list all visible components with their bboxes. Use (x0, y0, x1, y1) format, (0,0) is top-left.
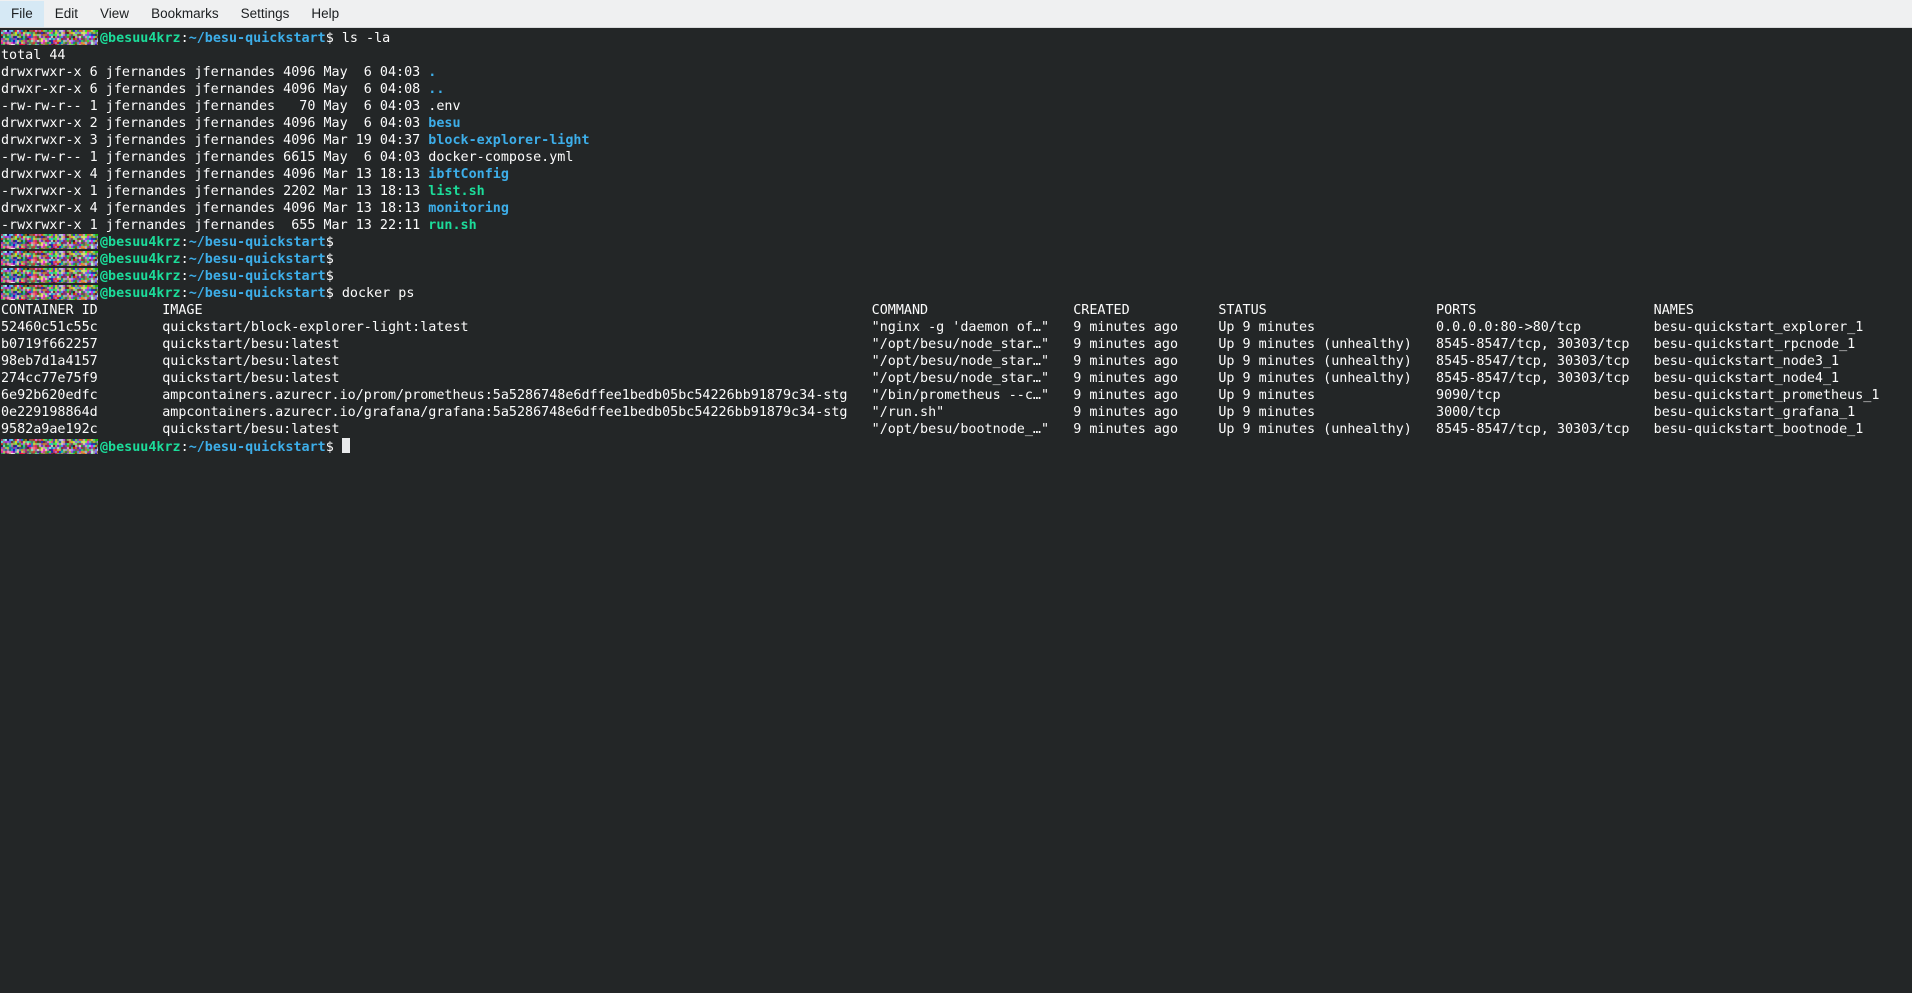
ls-entry-meta: drwxrwxr-x 3 jfernandes jfernandes 4096 … (1, 133, 428, 148)
prompt-symbol: $ (326, 286, 342, 301)
docker-ps-row-text: 274cc77e75f9 quickstart/besu:latest "/op… (1, 371, 1839, 386)
prompt-host: @besuu4krz (100, 269, 181, 284)
docker-ps-row: 6e92b620edfc ampcontainers.azurecr.io/pr… (1, 387, 1912, 404)
docker-ps-row: 9582a9ae192c quickstart/besu:latest "/op… (1, 421, 1912, 438)
ls-entry-name: monitoring (428, 201, 509, 216)
docker-ps-row-text: 6e92b620edfc ampcontainers.azurecr.io/pr… (1, 388, 1879, 403)
prompt-host: @besuu4krz (100, 235, 181, 250)
docker-ps-row-text: b0719f662257 quickstart/besu:latest "/op… (1, 337, 1855, 352)
ls-entry-meta: drwxrwxr-x 2 jfernandes jfernandes 4096 … (1, 116, 428, 131)
prompt-line: @besuu4krz:~/besu-quickstart$ docker ps (1, 285, 1912, 302)
docker-ps-row-text: 98eb7d1a4157 quickstart/besu:latest "/op… (1, 354, 1839, 369)
prompt-line: @besuu4krz:~/besu-quickstart$ (1, 251, 1912, 268)
ls-entry-name: besu (428, 116, 460, 131)
prompt-path: ~/besu-quickstart (189, 269, 326, 284)
ls-entry-row: -rwxrwxr-x 1 jfernandes jfernandes 2202 … (1, 183, 1912, 200)
prompt-separator: : (181, 269, 189, 284)
prompt-separator: : (181, 286, 189, 301)
ls-entry-name: block-explorer-light (428, 133, 589, 148)
ls-entry-name: docker-compose.yml (428, 150, 573, 165)
terminal-cursor (342, 438, 350, 453)
typed-command: docker ps (342, 286, 415, 301)
docker-ps-header-row: CONTAINER ID IMAGE COMMAND CREATED STATU… (1, 302, 1912, 319)
prompt-host: @besuu4krz (100, 252, 181, 267)
docker-ps-row: 52460c51c55c quickstart/block-explorer-l… (1, 319, 1912, 336)
prompt-line: @besuu4krz:~/besu-quickstart$ ls -la (1, 30, 1912, 47)
ls-entry-name: run.sh (428, 218, 476, 233)
ls-entry-meta: -rw-rw-r-- 1 jfernandes jfernandes 6615 … (1, 150, 428, 165)
ls-entry-row: -rwxrwxr-x 1 jfernandes jfernandes 655 M… (1, 217, 1912, 234)
ls-entry-name: list.sh (428, 184, 484, 199)
ls-entry-row: drwxrwxr-x 2 jfernandes jfernandes 4096 … (1, 115, 1912, 132)
docker-ps-row-text: 52460c51c55c quickstart/block-explorer-l… (1, 320, 1863, 335)
prompt-host: @besuu4krz (100, 440, 181, 455)
ls-entry-row: drwxr-xr-x 6 jfernandes jfernandes 4096 … (1, 81, 1912, 98)
prompt-path: ~/besu-quickstart (189, 440, 326, 455)
ls-entry-row: drwxrwxr-x 4 jfernandes jfernandes 4096 … (1, 200, 1912, 217)
docker-ps-row: 98eb7d1a4157 quickstart/besu:latest "/op… (1, 353, 1912, 370)
ls-entry-row: -rw-rw-r-- 1 jfernandes jfernandes 6615 … (1, 149, 1912, 166)
menu-bookmarks[interactable]: Bookmarks (140, 1, 230, 27)
ls-entry-meta: drwxr-xr-x 6 jfernandes jfernandes 4096 … (1, 82, 428, 97)
docker-ps-headers: CONTAINER ID IMAGE COMMAND CREATED STATU… (1, 303, 1694, 318)
prompt-separator: : (181, 252, 189, 267)
ls-entry-meta: drwxrwxr-x 6 jfernandes jfernandes 4096 … (1, 65, 428, 80)
redacted-username-noise (1, 234, 98, 249)
ls-entry-name: ibftConfig (428, 167, 509, 182)
ls-entry-name: . (428, 65, 436, 80)
prompt-symbol: $ (326, 235, 342, 250)
redacted-username-noise (1, 251, 98, 266)
ls-entry-meta: -rwxrwxr-x 1 jfernandes jfernandes 655 M… (1, 218, 428, 233)
redacted-username-noise (1, 268, 98, 283)
prompt-host: @besuu4krz (100, 286, 181, 301)
ls-entry-row: drwxrwxr-x 4 jfernandes jfernandes 4096 … (1, 166, 1912, 183)
redacted-username-noise (1, 285, 98, 300)
docker-ps-row: b0719f662257 quickstart/besu:latest "/op… (1, 336, 1912, 353)
ls-entry-meta: drwxrwxr-x 4 jfernandes jfernandes 4096 … (1, 201, 428, 216)
prompt-symbol: $ (326, 252, 342, 267)
menu-file[interactable]: File (0, 1, 44, 27)
prompt-path: ~/besu-quickstart (189, 286, 326, 301)
redacted-username-noise (1, 30, 98, 45)
prompt-line: @besuu4krz:~/besu-quickstart$ (1, 438, 1912, 455)
menu-help[interactable]: Help (300, 1, 350, 27)
docker-ps-row-text: 0e229198864d ampcontainers.azurecr.io/gr… (1, 405, 1855, 420)
ls-entry-name: .env (428, 99, 460, 114)
ls-entry-row: drwxrwxr-x 6 jfernandes jfernandes 4096 … (1, 64, 1912, 81)
prompt-path: ~/besu-quickstart (189, 31, 326, 46)
ls-entry-meta: drwxrwxr-x 4 jfernandes jfernandes 4096 … (1, 167, 428, 182)
redacted-username-noise (1, 439, 98, 454)
prompt-separator: : (181, 440, 189, 455)
prompt-host: @besuu4krz (100, 31, 181, 46)
menu-edit[interactable]: Edit (44, 1, 89, 27)
prompt-path: ~/besu-quickstart (189, 235, 326, 250)
ls-entry-row: drwxrwxr-x 3 jfernandes jfernandes 4096 … (1, 132, 1912, 149)
terminal-output-area[interactable]: @besuu4krz:~/besu-quickstart$ ls -latota… (0, 28, 1912, 993)
docker-ps-row-text: 9582a9ae192c quickstart/besu:latest "/op… (1, 422, 1863, 437)
menu-view[interactable]: View (89, 1, 140, 27)
prompt-path: ~/besu-quickstart (189, 252, 326, 267)
docker-ps-row: 0e229198864d ampcontainers.azurecr.io/gr… (1, 404, 1912, 421)
prompt-symbol: $ (326, 31, 342, 46)
ls-total-line: total 44 (1, 47, 1912, 64)
prompt-symbol: $ (326, 440, 342, 455)
ls-total: total 44 (1, 48, 66, 63)
menu-settings[interactable]: Settings (230, 1, 301, 27)
prompt-separator: : (181, 31, 189, 46)
ls-entry-name: .. (428, 82, 444, 97)
typed-command: ls -la (342, 31, 390, 46)
ls-entry-meta: -rwxrwxr-x 1 jfernandes jfernandes 2202 … (1, 184, 428, 199)
prompt-separator: : (181, 235, 189, 250)
prompt-line: @besuu4krz:~/besu-quickstart$ (1, 234, 1912, 251)
ls-entry-row: -rw-rw-r-- 1 jfernandes jfernandes 70 Ma… (1, 98, 1912, 115)
prompt-line: @besuu4krz:~/besu-quickstart$ (1, 268, 1912, 285)
docker-ps-row: 274cc77e75f9 quickstart/besu:latest "/op… (1, 370, 1912, 387)
ls-entry-meta: -rw-rw-r-- 1 jfernandes jfernandes 70 Ma… (1, 99, 428, 114)
menu-bar: File Edit View Bookmarks Settings Help (0, 0, 1912, 28)
prompt-symbol: $ (326, 269, 342, 284)
